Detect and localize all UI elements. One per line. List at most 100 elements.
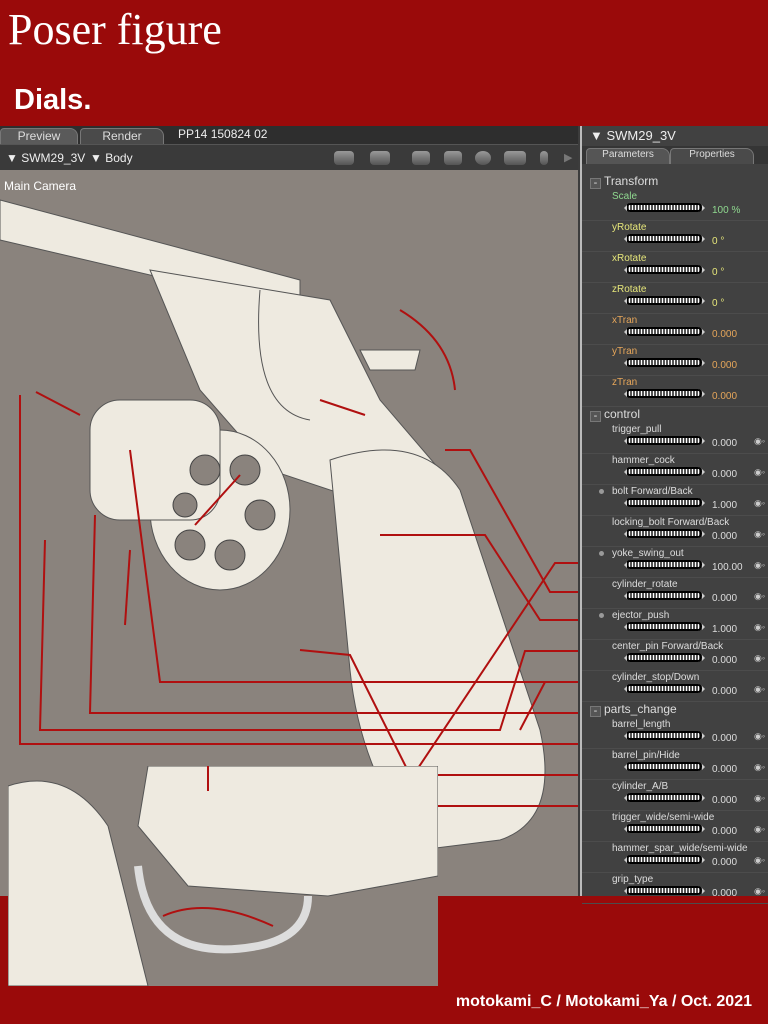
param-dial[interactable] xyxy=(624,358,705,367)
param-dial[interactable] xyxy=(624,855,705,864)
param-value[interactable]: 0.000 xyxy=(712,360,737,371)
tab-render[interactable]: Render xyxy=(80,128,164,144)
param-dial[interactable] xyxy=(624,296,705,305)
param-value[interactable]: 0.000 xyxy=(712,329,737,340)
camera-icon[interactable] xyxy=(334,151,354,165)
param-label[interactable]: center_pin Forward/Back xyxy=(612,641,723,652)
param-value[interactable]: 0.000 xyxy=(712,857,737,868)
param-label[interactable]: bolt Forward/Back xyxy=(612,486,693,497)
param-label[interactable]: yoke_swing_out xyxy=(612,548,684,559)
camera-select-icon[interactable] xyxy=(370,151,390,165)
param-value[interactable]: 100 % xyxy=(712,205,740,216)
keyframe-icon[interactable]: ◉◦ xyxy=(754,560,765,571)
figure-dropdown[interactable]: ▼ SWM29_3V xyxy=(6,151,85,165)
param-label[interactable]: ejector_push xyxy=(612,610,669,621)
param-value[interactable]: 0.000 xyxy=(712,888,737,899)
param-value[interactable]: 0.000 xyxy=(712,795,737,806)
param-dial[interactable] xyxy=(624,203,705,212)
keyframe-icon[interactable]: ◉◦ xyxy=(754,436,765,447)
keyframe-icon[interactable]: ◉◦ xyxy=(754,684,765,695)
param-value[interactable]: 1.000 xyxy=(712,624,737,635)
param-label[interactable]: cylinder_stop/Down xyxy=(612,672,699,683)
section-transform[interactable]: - Transform xyxy=(590,174,658,189)
param-dial[interactable] xyxy=(624,529,705,538)
param-value[interactable]: 0.000 xyxy=(712,391,737,402)
param-dial[interactable] xyxy=(624,591,705,600)
param-label[interactable]: cylinder_A/B xyxy=(612,781,668,792)
section-control[interactable]: - control xyxy=(590,407,640,422)
param-label[interactable]: trigger_wide/semi-wide xyxy=(612,812,714,823)
param-label[interactable]: barrel_pin/Hide xyxy=(612,750,680,761)
param-label[interactable]: trigger_pull xyxy=(612,424,661,435)
param-label[interactable]: barrel_length xyxy=(612,719,670,730)
param-dial[interactable] xyxy=(624,436,705,445)
param-dial[interactable] xyxy=(624,389,705,398)
rotate-icon[interactable] xyxy=(444,151,462,165)
param-label[interactable]: zRotate xyxy=(612,284,646,295)
param-dial[interactable] xyxy=(624,265,705,274)
param-value[interactable]: 0.000 xyxy=(712,686,737,697)
param-label[interactable]: xRotate xyxy=(612,253,646,264)
param-dial[interactable] xyxy=(624,467,705,476)
collapse-icon[interactable]: - xyxy=(590,178,601,189)
param-label[interactable]: locking_bolt Forward/Back xyxy=(612,517,729,528)
param-value[interactable]: 0.000 xyxy=(712,733,737,744)
param-dial[interactable] xyxy=(624,622,705,631)
keyframe-icon[interactable]: ◉◦ xyxy=(754,886,765,897)
param-dial[interactable] xyxy=(624,560,705,569)
keyframe-icon[interactable]: ◉◦ xyxy=(754,529,765,540)
tab-properties[interactable]: Properties xyxy=(670,148,754,164)
param-value[interactable]: 0 ° xyxy=(712,236,724,247)
keyframe-icon[interactable]: ◉◦ xyxy=(754,622,765,633)
keyframe-icon[interactable]: ◉◦ xyxy=(754,591,765,602)
param-label[interactable]: hammer_spar_wide/semi-wide xyxy=(612,843,748,854)
keyframe-icon[interactable]: ◉◦ xyxy=(754,793,765,804)
param-value[interactable]: 100.00 xyxy=(712,562,743,573)
keyframe-icon[interactable]: ◉◦ xyxy=(754,498,765,509)
param-dial[interactable] xyxy=(624,498,705,507)
param-label[interactable]: Scale xyxy=(612,191,637,202)
param-value[interactable]: 0.000 xyxy=(712,469,737,480)
scale-icon[interactable] xyxy=(540,151,548,165)
param-dial[interactable] xyxy=(624,762,705,771)
param-label[interactable]: grip_type xyxy=(612,874,653,885)
param-dial[interactable] xyxy=(624,793,705,802)
keyframe-icon[interactable]: ◉◦ xyxy=(754,653,765,664)
keyframe-icon[interactable]: ◉◦ xyxy=(754,824,765,835)
param-value[interactable]: 1.000 xyxy=(712,500,737,511)
param-value[interactable]: 0.000 xyxy=(712,531,737,542)
param-value[interactable]: 0.000 xyxy=(712,438,737,449)
trackball-icon[interactable] xyxy=(475,151,491,165)
param-label[interactable]: zTran xyxy=(612,377,637,388)
param-label[interactable]: cylinder_rotate xyxy=(612,579,678,590)
param-dial[interactable] xyxy=(624,653,705,662)
param-label[interactable]: yTran xyxy=(612,346,637,357)
param-dial[interactable] xyxy=(624,731,705,740)
tab-preview[interactable]: Preview xyxy=(0,128,78,144)
chevron-right-icon[interactable]: ▶ xyxy=(564,151,572,164)
param-label[interactable]: hammer_cock xyxy=(612,455,675,466)
param-dial[interactable] xyxy=(624,234,705,243)
param-value[interactable]: 0 ° xyxy=(712,298,724,309)
keyframe-icon[interactable]: ◉◦ xyxy=(754,762,765,773)
light-icon[interactable] xyxy=(412,151,430,165)
tab-parameters[interactable]: Parameters xyxy=(586,148,670,164)
param-label[interactable]: yRotate xyxy=(612,222,646,233)
part-dropdown[interactable]: ▼ Body xyxy=(90,151,133,165)
param-value[interactable]: 0.000 xyxy=(712,655,737,666)
param-value[interactable]: 0.000 xyxy=(712,826,737,837)
param-dial[interactable] xyxy=(624,327,705,336)
section-parts_change[interactable]: - parts_change xyxy=(590,702,677,717)
collapse-icon[interactable]: - xyxy=(590,411,601,422)
param-dial[interactable] xyxy=(624,684,705,693)
keyframe-icon[interactable]: ◉◦ xyxy=(754,855,765,866)
param-dial[interactable] xyxy=(624,886,705,895)
param-dial[interactable] xyxy=(624,824,705,833)
param-value[interactable]: 0.000 xyxy=(712,764,737,775)
param-label[interactable]: xTran xyxy=(612,315,637,326)
param-value[interactable]: 0.000 xyxy=(712,593,737,604)
collapse-icon[interactable]: - xyxy=(590,706,601,717)
move-icon[interactable] xyxy=(504,151,526,165)
param-value[interactable]: 0 ° xyxy=(712,267,724,278)
keyframe-icon[interactable]: ◉◦ xyxy=(754,731,765,742)
